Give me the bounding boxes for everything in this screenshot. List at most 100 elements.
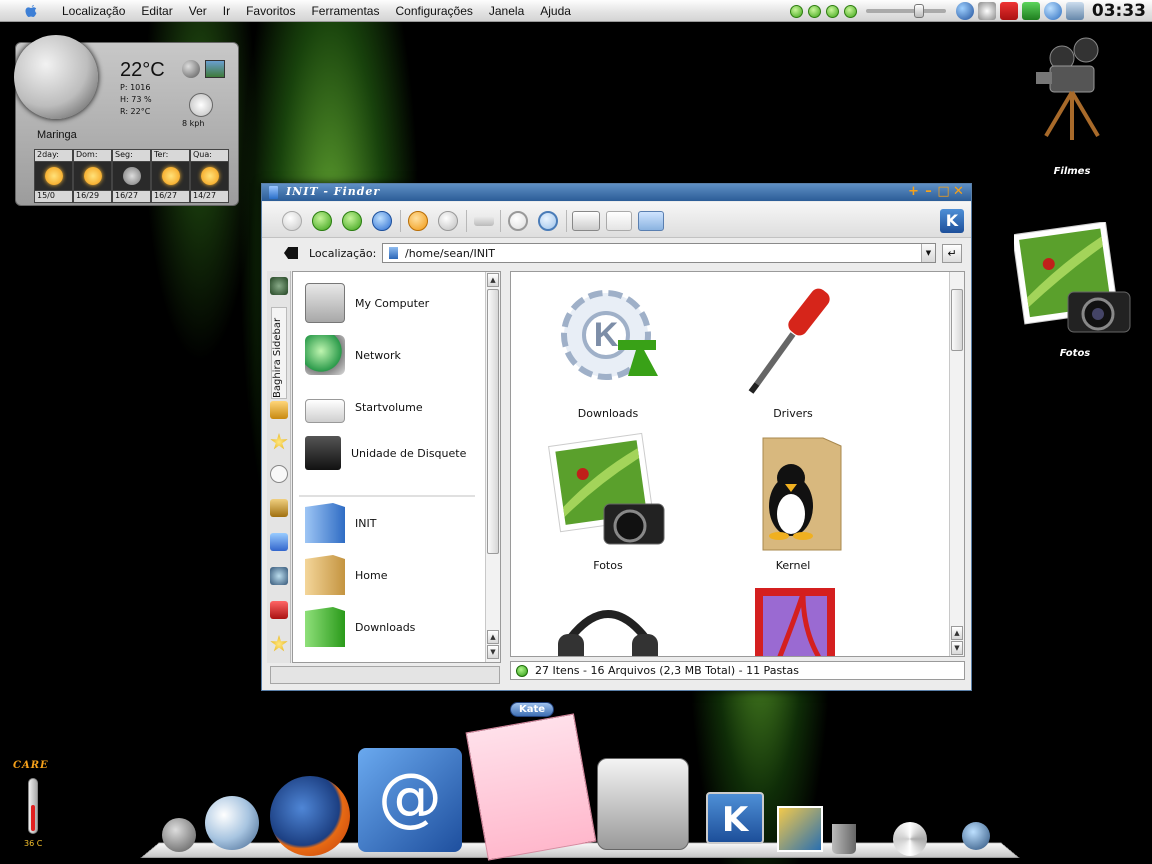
media-play-icon[interactable]	[807, 4, 821, 18]
file-item-downloads[interactable]: K Downloads	[528, 280, 688, 430]
zoom-in-icon[interactable]	[538, 211, 558, 231]
stop-icon[interactable]	[438, 211, 458, 231]
menu-ajuda[interactable]: Ajuda	[540, 4, 571, 18]
icon-view-icon[interactable]	[572, 211, 600, 231]
scroll-down-icon[interactable]: ▼	[487, 645, 499, 659]
clear-location-icon[interactable]	[284, 247, 298, 259]
apple-menu-icon[interactable]	[18, 0, 44, 22]
file-item-kernel[interactable]: Kernel	[713, 432, 873, 582]
main-scrollbar[interactable]: ▲ ▼	[949, 272, 964, 656]
dock-cd-icon[interactable]	[893, 822, 927, 856]
media-prev-icon[interactable]	[789, 4, 803, 18]
dock-trash-icon[interactable]	[832, 824, 856, 854]
maximize-icon[interactable]: □	[937, 185, 950, 199]
list-view-icon[interactable]	[606, 211, 632, 231]
status-text: 27 Itens - 16 Arquivos (2,3 MB Total) - …	[535, 664, 799, 677]
menu-configuracoes[interactable]: Configurações	[395, 4, 472, 18]
scroll-down-icon[interactable]: ▼	[951, 641, 963, 655]
volume-slider[interactable]	[865, 4, 946, 18]
network-status-icon[interactable]	[1065, 2, 1084, 20]
scroll-up-icon[interactable]: ▲	[487, 630, 499, 644]
window-titlebar[interactable]: INIT - Finder + – □ ✕	[262, 184, 971, 201]
media-pause-icon[interactable]	[825, 4, 839, 18]
copy-icon[interactable]	[474, 216, 494, 226]
location-input[interactable]: /home/sean/INIT ▼	[382, 243, 936, 263]
menu-janela[interactable]: Janela	[489, 4, 524, 18]
forecast-day-temp: 16/27	[152, 190, 189, 202]
sidebar-item-downloads[interactable]: Downloads	[305, 604, 485, 650]
scrollbar-thumb[interactable]	[951, 289, 963, 351]
sidebar-tab-history-icon[interactable]	[270, 465, 288, 483]
media-next-icon[interactable]	[843, 4, 857, 18]
headphones-icon	[558, 610, 658, 656]
reload-icon[interactable]	[408, 211, 428, 231]
dock-tux-icon[interactable]	[162, 818, 196, 852]
sidebar-tab-globe-icon[interactable]	[270, 277, 288, 295]
sidebar-scrollbar[interactable]: ▲ ▲ ▼	[485, 272, 500, 662]
dock-firefox-icon[interactable]	[270, 776, 350, 856]
file-item-fotos[interactable]: Fotos	[528, 432, 688, 582]
chevron-down-icon[interactable]: ▼	[921, 244, 935, 262]
dock-globe-icon[interactable]	[962, 822, 990, 850]
file-label: Drivers	[773, 407, 813, 420]
dock-kate-editor-icon[interactable]	[465, 713, 597, 861]
menu-ferramentas[interactable]: Ferramentas	[311, 4, 379, 18]
home-icon[interactable]	[372, 211, 392, 231]
dock-system-preferences-icon[interactable]	[597, 758, 689, 850]
update-icon[interactable]	[1021, 2, 1040, 20]
sidebar-tab-network-icon[interactable]	[270, 567, 288, 585]
sidebar-tab-bookmarks-icon[interactable]	[270, 433, 288, 450]
weather-real-feel: R: 22°C	[120, 107, 151, 116]
forward-icon[interactable]	[312, 211, 332, 231]
menu-favoritos[interactable]: Favoritos	[246, 4, 295, 18]
sidebar-item-floppy[interactable]: Unidade de Disquete	[305, 430, 485, 476]
minimize-icon[interactable]: –	[922, 185, 935, 199]
sidebar-tab-services-icon[interactable]	[270, 601, 288, 619]
go-button[interactable]: ↵	[942, 244, 962, 263]
tux-folder-icon	[762, 437, 842, 551]
dock-address-book-icon[interactable]: @	[358, 748, 462, 852]
thermometer-level	[31, 805, 35, 831]
shield-icon[interactable]	[999, 2, 1018, 20]
back-icon[interactable]	[282, 211, 302, 231]
sidebar-tab-baghira[interactable]: Baghira Sidebar	[271, 307, 287, 399]
folder-icon	[305, 503, 345, 543]
maximize-plus-icon[interactable]: +	[907, 185, 920, 199]
sidebar-tab-media-icon[interactable]	[270, 533, 288, 551]
messenger-icon[interactable]	[1043, 2, 1062, 20]
clock[interactable]: 03:33	[1092, 1, 1146, 21]
system-monitor-icon[interactable]	[977, 2, 996, 20]
file-item-headphones[interactable]	[528, 584, 688, 656]
sidebar-item-home[interactable]: Home	[305, 552, 485, 598]
volume-slider-knob[interactable]	[913, 4, 924, 18]
dock-kde-icon[interactable]: K	[706, 792, 764, 844]
menu-editar[interactable]: Editar	[141, 4, 172, 18]
network-globe-icon[interactable]	[955, 2, 974, 20]
location-bar: Localização: /home/sean/INIT ▼ ↵	[262, 239, 971, 268]
sidebar-tab-folder-icon[interactable]	[270, 499, 288, 517]
desktop-icon-fotos[interactable]: Fotos	[1011, 221, 1136, 359]
file-item-drivers[interactable]: Drivers	[713, 280, 873, 430]
sidebar-item-startvolume[interactable]: Startvolume	[305, 384, 485, 430]
sidebar-tab-favorites-icon[interactable]	[270, 635, 288, 652]
up-icon[interactable]	[342, 211, 362, 231]
scroll-up-icon[interactable]: ▲	[951, 626, 963, 640]
sidebar-item-init[interactable]: INIT	[305, 500, 485, 546]
scroll-up-icon[interactable]: ▲	[487, 273, 499, 287]
close-icon[interactable]: ✕	[952, 185, 965, 199]
dock-network-globe-icon[interactable]	[205, 796, 259, 850]
file-item-pdf[interactable]	[713, 584, 873, 656]
menu-ver[interactable]: Ver	[189, 4, 207, 18]
sidebar-tab-home-icon[interactable]	[270, 401, 288, 419]
desktop-icon-filmes[interactable]: Filmes	[1032, 36, 1112, 177]
sidebar-item-network[interactable]: Network	[305, 332, 485, 378]
preview-view-icon[interactable]	[638, 211, 664, 231]
zoom-out-icon[interactable]	[508, 211, 528, 231]
dock-photo-app-icon[interactable]	[777, 806, 823, 852]
menu-localizacao[interactable]: Localização	[62, 4, 125, 18]
sidebar-item-my-computer[interactable]: My Computer	[305, 280, 485, 326]
menu-ir[interactable]: Ir	[223, 4, 230, 18]
scrollbar-thumb[interactable]	[487, 289, 499, 554]
sidebar-item-label: INIT	[355, 516, 377, 530]
forecast-day: Seg: 16/27	[112, 149, 151, 203]
